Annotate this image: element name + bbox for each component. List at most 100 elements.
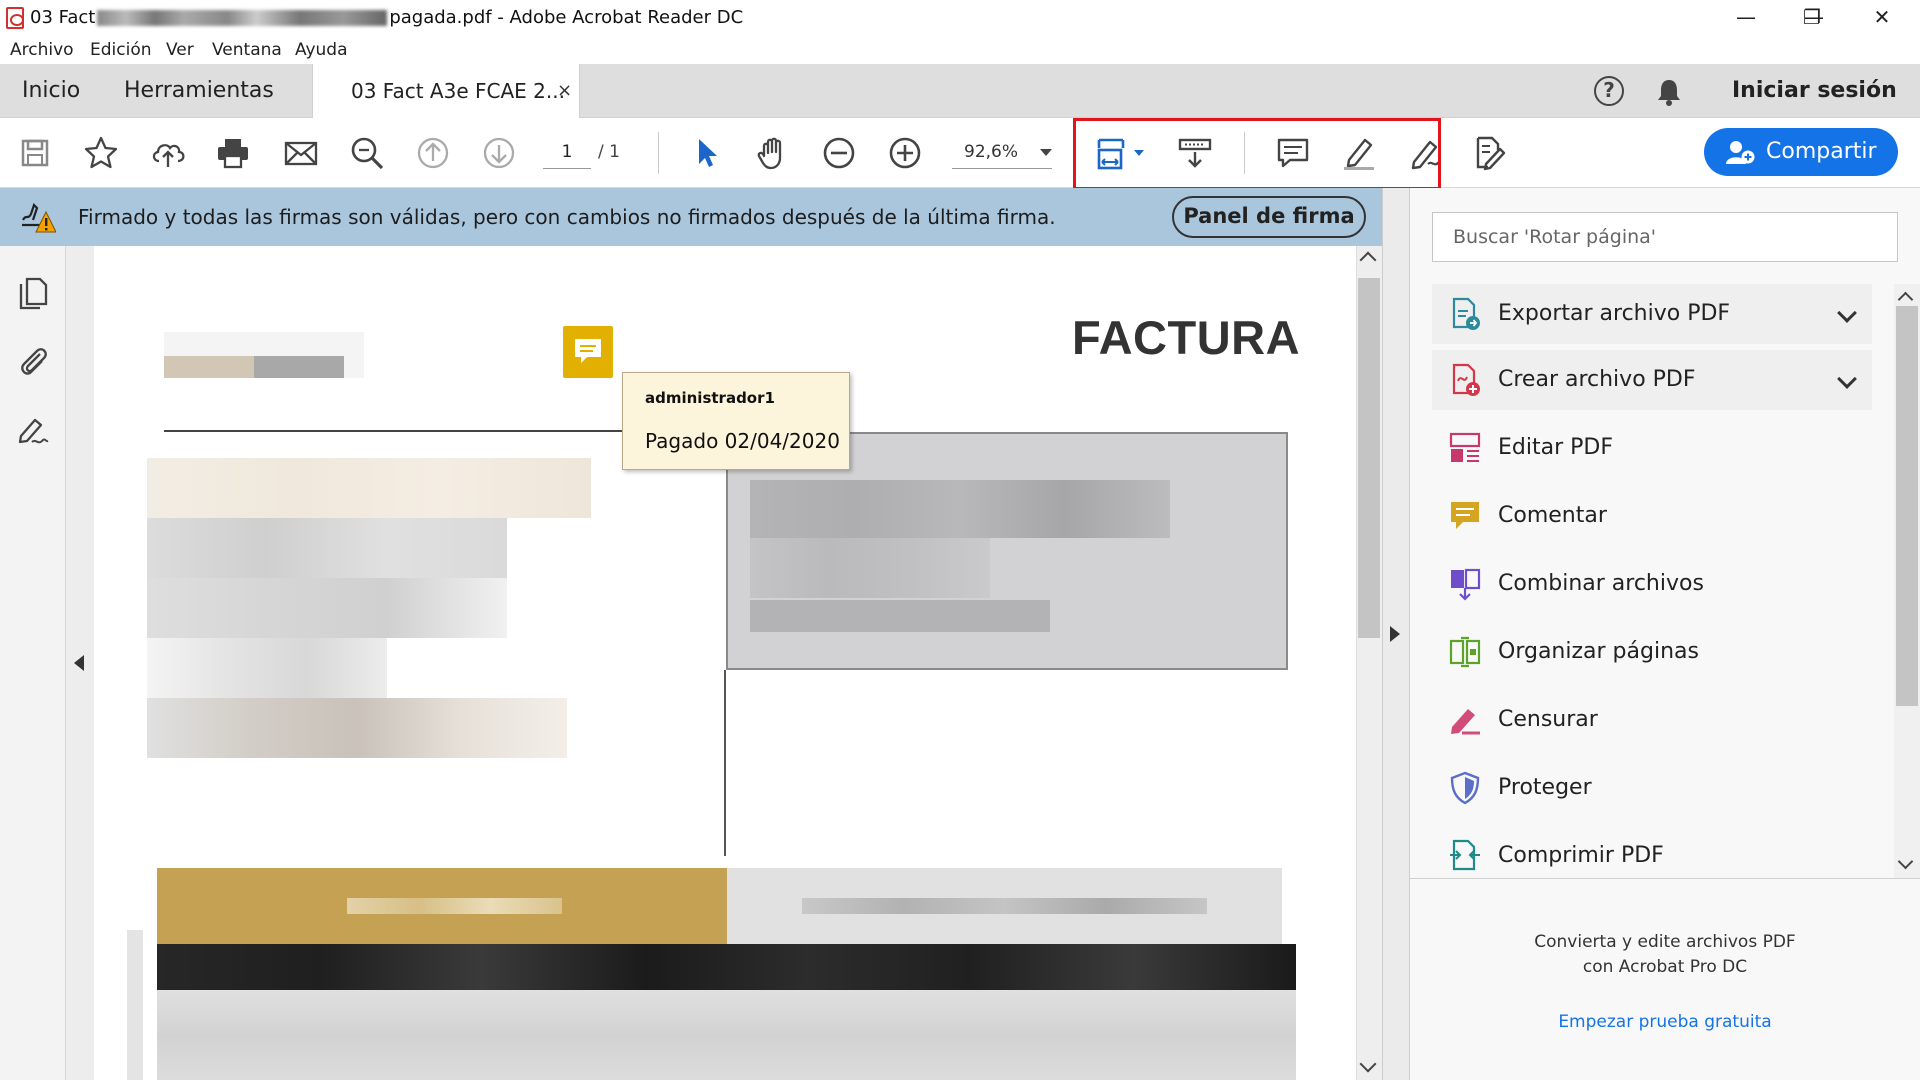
tab-herramientas[interactable]: Herramientas (124, 64, 274, 118)
toolbar: 1 / 1 92,6% Compartir (0, 118, 1920, 190)
tool-censurar[interactable]: Censurar (1432, 690, 1872, 750)
menu-edicion[interactable]: Edición (90, 40, 152, 60)
tool-label: Comprimir PDF (1498, 843, 1664, 868)
redacted-address-block (147, 518, 507, 578)
close-tab-icon[interactable]: × (557, 64, 572, 118)
tool-comprimir[interactable]: Comprimir PDF (1432, 826, 1872, 878)
signature-panel-button[interactable]: Panel de firma (1172, 196, 1366, 238)
zoom-in-icon[interactable] (886, 134, 924, 172)
redacted-header-text (347, 898, 562, 914)
menu-bar: Archivo Edición Ver Ventana Ayuda (0, 36, 1920, 64)
comment-icon (1451, 502, 1479, 529)
collapse-left-arrow-icon[interactable] (74, 655, 84, 671)
redacted-client-line (750, 480, 1170, 538)
create-pdf-icon (1452, 363, 1480, 396)
tool-crear-pdf[interactable]: Crear archivo PDF (1432, 350, 1872, 410)
tool-proteger[interactable]: Proteger (1432, 758, 1872, 818)
attachments-paperclip-icon[interactable] (16, 344, 50, 378)
page-number-input[interactable]: 1 (543, 135, 591, 169)
tool-label: Editar PDF (1498, 435, 1613, 460)
signature-banner: Firmado y todas las firmas son válidas, … (0, 188, 1382, 246)
fill-sign-icon[interactable] (1470, 134, 1508, 172)
signin-link[interactable]: Iniciar sesión (1732, 64, 1897, 118)
minimize-button[interactable]: — (1716, 0, 1776, 36)
redacted-address-block (147, 458, 591, 518)
tools-scrollbar-thumb[interactable] (1896, 306, 1918, 706)
tab-document[interactable]: 03 Fact A3e FCAE 2... × (312, 64, 580, 119)
redacted-address-block (147, 638, 387, 698)
sticky-note-comment-icon[interactable] (563, 326, 613, 378)
page-total: / 1 (598, 142, 620, 162)
tool-label: Exportar archivo PDF (1498, 301, 1731, 326)
star-bookmark-icon[interactable] (82, 134, 120, 172)
redacted-block (164, 356, 254, 378)
title-bar: 03 Fact pagada.pdf - Adobe Acrobat Reader… (0, 0, 1920, 36)
promo-line: Convierta y edite archivos PDF (1534, 932, 1796, 952)
share-button[interactable]: Compartir (1704, 128, 1898, 176)
document-tab-label: 03 Fact A3e FCAE 2... (351, 79, 565, 103)
window-title: 03 Fact pagada.pdf - Adobe Acrobat Reader… (30, 7, 744, 28)
add-user-icon (1726, 141, 1755, 164)
combine-files-icon (1451, 568, 1481, 601)
tool-label: Proteger (1498, 775, 1592, 800)
redacted-client-line (750, 600, 1050, 632)
toolbar-divider (658, 132, 659, 174)
edit-pdf-icon (1449, 432, 1481, 462)
menu-archivo[interactable]: Archivo (10, 40, 74, 60)
hand-tool-icon[interactable] (754, 134, 792, 172)
tool-comentar[interactable]: Comentar (1432, 486, 1872, 546)
upload-cloud-icon[interactable] (149, 134, 187, 172)
upgrade-promo-text: Convierta y edite archivos PDF con Acrob… (1410, 930, 1920, 980)
redacted-table-row (157, 990, 1296, 1080)
help-icon[interactable]: ? (1594, 76, 1624, 106)
chevron-down-icon[interactable] (1837, 303, 1857, 323)
tab-inicio[interactable]: Inicio (22, 64, 80, 118)
tool-label: Comentar (1498, 503, 1607, 528)
page-thumbnails-icon[interactable] (16, 276, 50, 310)
tool-label: Organizar páginas (1498, 639, 1699, 664)
acrobat-logo-icon (6, 7, 24, 29)
bell-icon[interactable] (1656, 78, 1682, 106)
print-icon[interactable] (214, 134, 252, 172)
organize-pages-icon (1449, 636, 1481, 668)
promo-line: con Acrobat Pro DC (1582, 957, 1748, 977)
zoom-level-select[interactable]: 92,6% (952, 135, 1052, 169)
comment-popup[interactable]: administrador1 Pagado 02/04/2020 (622, 372, 850, 470)
expand-right-arrow-icon[interactable] (1390, 626, 1400, 642)
select-cursor-icon[interactable] (688, 134, 726, 172)
share-label: Compartir (1766, 139, 1877, 164)
chevron-down-icon[interactable] (1837, 369, 1857, 389)
search-icon[interactable] (348, 134, 386, 172)
redacted-address-block (147, 698, 567, 758)
tool-organizar[interactable]: Organizar páginas (1432, 622, 1872, 682)
close-window-button[interactable]: ✕ (1852, 0, 1912, 36)
signature-panel-icon[interactable] (16, 414, 50, 448)
next-page-icon[interactable] (480, 134, 518, 172)
comment-text: Pagado 02/04/2020 (645, 429, 840, 453)
redacted-address-block (147, 578, 507, 638)
tools-search-input[interactable]: Buscar 'Rotar página' (1432, 212, 1898, 262)
menu-ayuda[interactable]: Ayuda (295, 40, 348, 60)
zoom-out-icon[interactable] (820, 134, 858, 172)
chevron-down-icon[interactable] (1040, 149, 1052, 156)
redacted-filename (97, 10, 388, 26)
document-scrollbar-thumb[interactable] (1358, 278, 1380, 638)
tool-combinar[interactable]: Combinar archivos (1432, 554, 1872, 614)
maximize-button[interactable]: ❐ (1782, 0, 1842, 36)
redacted-header-text (802, 898, 1207, 914)
highlighted-tools-box (1073, 118, 1441, 190)
redacted-table-row (157, 944, 1296, 990)
tool-label: Combinar archivos (1498, 571, 1704, 596)
tool-exportar-pdf[interactable]: Exportar archivo PDF (1432, 284, 1872, 344)
menu-ver[interactable]: Ver (166, 40, 194, 60)
tool-label: Censurar (1498, 707, 1598, 732)
compress-pdf-icon (1450, 839, 1480, 871)
email-icon[interactable] (282, 134, 320, 172)
tool-editar-pdf[interactable]: Editar PDF (1432, 418, 1872, 478)
left-navigation-rail (0, 246, 66, 1080)
menu-ventana[interactable]: Ventana (212, 40, 282, 60)
free-trial-link[interactable]: Empezar prueba gratuita (1410, 1012, 1920, 1032)
previous-page-icon[interactable] (414, 134, 452, 172)
save-icon[interactable] (16, 134, 54, 172)
signature-status-message: Firmado y todas las firmas son válidas, … (78, 205, 1056, 229)
